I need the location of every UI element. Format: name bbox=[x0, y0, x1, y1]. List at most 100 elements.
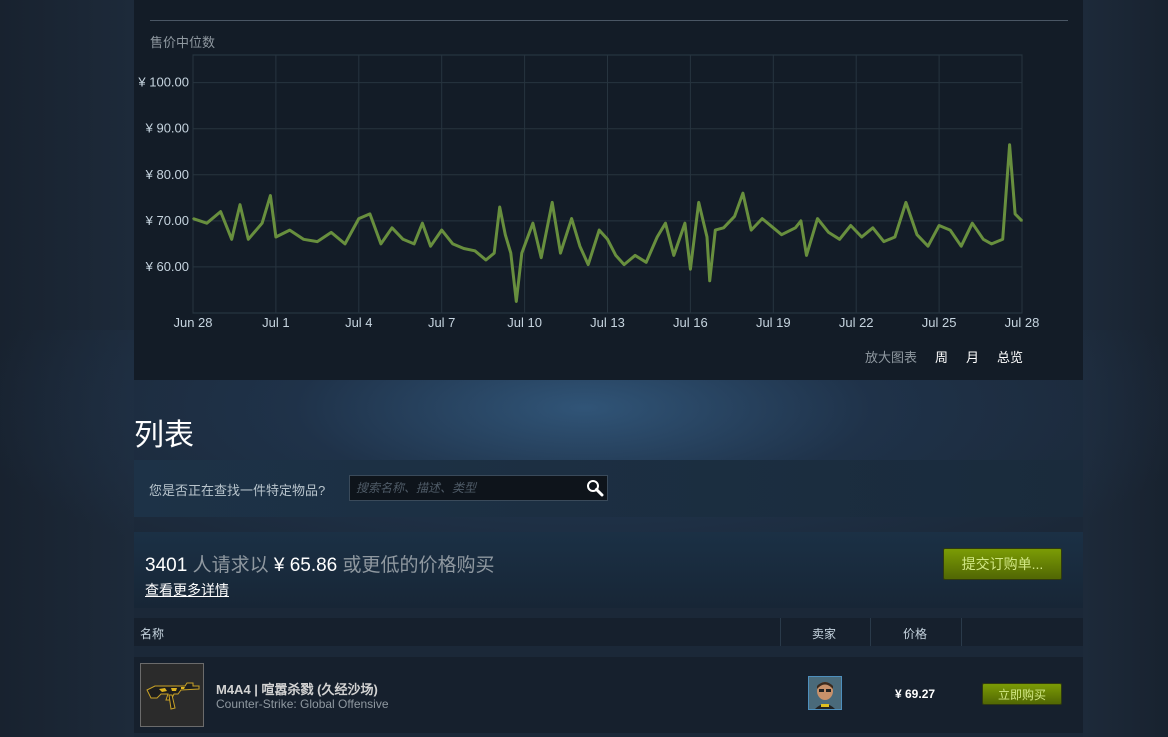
listing-row: M4A4 | 喧嚣杀戮 (久经沙场) Counter-Strike: Globa… bbox=[134, 657, 1083, 733]
listing-price: ¥ 69.27 bbox=[895, 687, 936, 701]
column-divider bbox=[961, 618, 962, 646]
data-point bbox=[1021, 220, 1023, 222]
data-point bbox=[905, 201, 907, 204]
data-point bbox=[451, 243, 454, 245]
x-tick-label: Jul 10 bbox=[507, 315, 542, 330]
seller-avatar[interactable] bbox=[808, 676, 842, 710]
data-point bbox=[380, 243, 382, 245]
place-buy-order-button[interactable]: 提交订购单... bbox=[943, 548, 1062, 580]
data-point bbox=[493, 252, 496, 254]
chart-zoom-controls: 放大图表 周 月 总览 bbox=[865, 347, 1023, 366]
data-point bbox=[429, 245, 432, 247]
data-point bbox=[230, 238, 233, 241]
zoom-overview-link[interactable]: 总览 bbox=[997, 347, 1023, 366]
data-point bbox=[440, 229, 443, 231]
x-tick-label: Jun 28 bbox=[173, 315, 212, 330]
data-point bbox=[714, 229, 717, 231]
item-search-bar: 您是否正在查找一件特定物品? bbox=[134, 460, 1083, 517]
data-point bbox=[656, 236, 659, 238]
buy-order-count: 3401 bbox=[145, 555, 188, 576]
zoom-week-link[interactable]: 周 bbox=[935, 347, 948, 366]
zoom-month-link[interactable]: 月 bbox=[966, 347, 979, 366]
data-point bbox=[587, 263, 589, 266]
data-point bbox=[722, 226, 725, 229]
data-point bbox=[780, 233, 783, 236]
zoom-label: 放大图表 bbox=[864, 350, 917, 365]
data-point bbox=[871, 226, 874, 229]
data-point bbox=[927, 245, 929, 247]
data-point bbox=[827, 231, 830, 234]
data-point bbox=[708, 279, 711, 282]
price-history-panel: 售价中位数 ¥ 100.00 ¥ 90.00 ¥ 80.00 ¥ 70.00 ¥ 60.… bbox=[134, 0, 1083, 380]
data-point bbox=[938, 224, 940, 227]
column-divider bbox=[780, 618, 781, 646]
data-point bbox=[504, 233, 507, 236]
y-tick-label: ¥ 80.00 bbox=[145, 167, 189, 182]
data-point bbox=[645, 261, 647, 264]
data-point bbox=[402, 238, 404, 241]
data-point bbox=[982, 238, 985, 241]
buy-now-button[interactable]: 立即购买 bbox=[982, 683, 1062, 705]
data-point bbox=[579, 245, 581, 247]
data-point bbox=[239, 203, 241, 206]
data-point bbox=[697, 201, 700, 204]
data-point bbox=[606, 238, 609, 241]
header-seller: 卖家 bbox=[812, 627, 837, 641]
search-icon[interactable] bbox=[586, 479, 604, 497]
data-point bbox=[344, 243, 346, 245]
data-point bbox=[860, 236, 863, 238]
item-image[interactable] bbox=[140, 663, 204, 727]
buy-order-text: 人请求以 bbox=[192, 555, 269, 576]
data-point bbox=[1008, 144, 1011, 146]
data-point bbox=[275, 236, 277, 238]
x-tick-label: Jul 16 bbox=[673, 315, 708, 330]
data-point bbox=[206, 222, 208, 224]
data-point bbox=[391, 226, 393, 229]
data-point bbox=[673, 254, 675, 257]
data-point bbox=[515, 300, 518, 303]
data-point bbox=[269, 194, 272, 197]
data-point bbox=[570, 217, 573, 220]
data-point bbox=[849, 224, 852, 227]
x-tick-label: Jul 13 bbox=[590, 315, 625, 330]
data-point bbox=[485, 259, 487, 261]
data-point bbox=[358, 217, 360, 220]
item-name[interactable]: M4A4 | 喧嚣杀戮 (久经沙场) bbox=[216, 679, 378, 698]
data-point bbox=[316, 240, 319, 243]
data-point bbox=[498, 206, 501, 208]
data-point bbox=[219, 210, 222, 213]
data-point bbox=[521, 252, 523, 254]
x-tick-label: Jul 4 bbox=[345, 315, 372, 330]
data-point bbox=[288, 229, 291, 231]
data-point bbox=[949, 229, 951, 231]
view-more-details-link[interactable]: 查看更多详情 bbox=[145, 580, 229, 600]
item-game-name: Counter-Strike: Global Offensive bbox=[216, 697, 389, 711]
data-point bbox=[960, 245, 963, 247]
data-point bbox=[413, 243, 415, 245]
buy-order-panel: 3401 人请求以 ¥ 65.86 或更低的价格购买 查看更多详情 提交订购单.… bbox=[134, 532, 1083, 608]
data-point bbox=[750, 229, 752, 231]
data-point bbox=[706, 236, 708, 238]
search-label: 您是否正在查找一件特定物品? bbox=[149, 483, 326, 498]
search-input[interactable] bbox=[349, 475, 608, 501]
price-history-chart[interactable]: ¥ 100.00 ¥ 90.00 ¥ 80.00 ¥ 70.00 ¥ 60.00 Jun … bbox=[134, 0, 1083, 340]
data-point bbox=[664, 222, 667, 224]
data-point bbox=[551, 201, 554, 204]
x-tick-label: Jul 25 bbox=[922, 315, 957, 330]
data-point bbox=[916, 233, 918, 236]
data-point bbox=[800, 220, 802, 222]
data-point bbox=[742, 192, 744, 195]
data-point bbox=[816, 217, 819, 220]
data-point bbox=[598, 229, 601, 231]
y-tick-label: ¥ 60.00 bbox=[145, 259, 189, 274]
data-point bbox=[805, 254, 808, 257]
data-point bbox=[421, 222, 424, 224]
listing-table-header: 名称 卖家 价格 bbox=[134, 618, 1083, 646]
data-point bbox=[463, 247, 465, 250]
data-point bbox=[192, 217, 194, 220]
data-point bbox=[559, 252, 562, 254]
column-divider bbox=[870, 618, 871, 646]
header-name: 名称 bbox=[140, 627, 165, 641]
data-point bbox=[532, 222, 534, 224]
data-point bbox=[302, 238, 305, 241]
